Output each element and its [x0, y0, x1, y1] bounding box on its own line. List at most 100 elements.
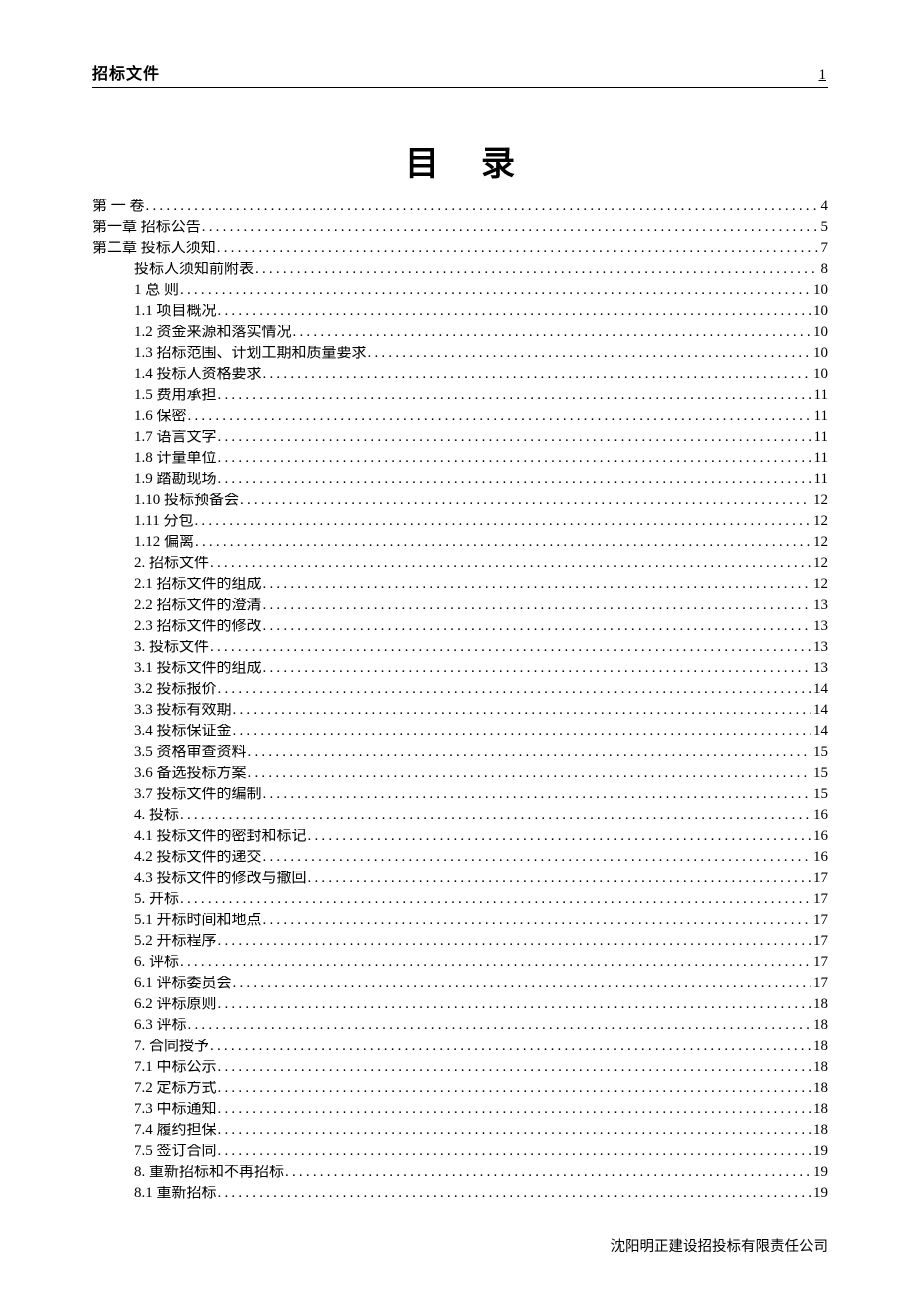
toc-entry-label: 1.2 资金来源和落实情况: [134, 325, 292, 340]
toc-entry-page: 16: [811, 808, 828, 823]
toc-entry: 1.4 投标人资格要求 10: [92, 367, 828, 382]
toc-entry-page: 10: [811, 346, 828, 361]
toc-entry: 7.1 中标公示18: [92, 1060, 828, 1075]
toc-entry-page: 14: [811, 703, 828, 718]
footer-company: 沈阳明正建设招投标有限责任公司: [611, 1235, 829, 1256]
toc-entry-label: 第二章 投标人须知: [92, 241, 216, 256]
toc-entry: 7.3 中标通知18: [92, 1102, 828, 1117]
toc-entry-label: 7. 合同授予: [134, 1039, 209, 1054]
toc-entry: 1.7 语言文字11: [92, 430, 828, 445]
toc-entry-page: 13: [811, 640, 828, 655]
toc-entry-label: 8. 重新招标和不再招标: [134, 1165, 284, 1180]
toc-entry-label: 7.4 履约担保: [134, 1123, 217, 1138]
toc-leader-dots: [217, 388, 812, 403]
toc-leader-dots: [217, 997, 811, 1012]
toc-leader-dots: [232, 724, 811, 739]
toc-entry: 6. 评标17: [92, 955, 828, 970]
toc-leader-dots: [216, 241, 819, 256]
toc-entry: 3.3 投标有效期 14: [92, 703, 828, 718]
toc-leader-dots: [209, 640, 811, 655]
toc-entry-label: 5.2 开标程序: [134, 934, 217, 949]
toc-entry: 第一章 招标公告5: [92, 220, 828, 235]
toc-entry-page: 7: [819, 241, 829, 256]
toc-entry: 3.4 投标保证金14: [92, 724, 828, 739]
toc-leader-dots: [145, 199, 819, 214]
toc-entry-page: 17: [811, 892, 828, 907]
toc-entry: 1.6 保密 11: [92, 409, 828, 424]
toc-entry-page: 18: [811, 1123, 828, 1138]
toc-entry: 2. 招标文件12: [92, 556, 828, 571]
toc-entry-label: 第一章 招标公告: [92, 220, 201, 235]
toc-entry-page: 10: [811, 283, 828, 298]
toc-entry-label: 5.1 开标时间和地点: [134, 913, 262, 928]
toc-leader-dots: [217, 1081, 811, 1096]
toc-leader-dots: [217, 1060, 811, 1075]
toc-entry-label: 2. 招标文件: [134, 556, 209, 571]
toc-entry-label: 1.11 分包: [134, 514, 193, 529]
toc-leader-dots: [179, 283, 811, 298]
toc-entry-page: 16: [811, 829, 828, 844]
toc-leader-dots: [179, 955, 811, 970]
toc-leader-dots: [239, 493, 811, 508]
toc-entry-label: 1.3 招标范围、计划工期和质量要求: [134, 346, 367, 361]
toc-leader-dots: [262, 850, 811, 865]
toc-entry: 6.3 评标18: [92, 1018, 828, 1033]
toc-entry-label: 3.3 投标有效期: [134, 703, 232, 718]
toc-entry-label: 6.2 评标原则: [134, 997, 217, 1012]
toc-entry-page: 17: [811, 913, 828, 928]
toc-leader-dots: [284, 1165, 811, 1180]
toc-entry-page: 18: [811, 1018, 828, 1033]
toc-entry-page: 19: [811, 1144, 828, 1159]
toc-entry-page: 12: [811, 493, 828, 508]
toc-leader-dots: [217, 430, 812, 445]
toc-entry: 投标人须知前附表8: [92, 262, 828, 277]
toc-leader-dots: [217, 682, 811, 697]
page-header: 招标文件 1: [92, 60, 828, 88]
toc-leader-dots: [262, 913, 811, 928]
header-title: 招标文件: [92, 60, 160, 84]
toc-entry-label: 1.6 保密: [134, 409, 187, 424]
toc-entry-page: 19: [811, 1165, 828, 1180]
toc-entry-page: 15: [811, 787, 828, 802]
toc-entry: 3.5 资格审查资料15: [92, 745, 828, 760]
toc-leader-dots: [179, 892, 811, 907]
page-container: 招标文件 1 目录 第 一 卷4第一章 招标公告5第二章 投标人须知7投标人须知…: [0, 0, 920, 1302]
toc-entry-label: 投标人须知前附表: [134, 262, 254, 277]
toc-entry-label: 2.1 招标文件的组成: [134, 577, 262, 592]
toc-entry: 5.1 开标时间和地点 17: [92, 913, 828, 928]
toc-leader-dots: [262, 787, 811, 802]
toc-leader-dots: [262, 619, 811, 634]
toc-entry-label: 1 总 则: [134, 283, 179, 298]
toc-entry: 8. 重新招标和不再招标 19: [92, 1165, 828, 1180]
toc-entry-page: 17: [811, 871, 828, 886]
toc-entry-label: 1.7 语言文字: [134, 430, 217, 445]
toc-entry-label: 1.8 计量单位: [134, 451, 217, 466]
toc-entry-page: 11: [812, 451, 828, 466]
toc-entry-page: 11: [812, 409, 828, 424]
toc-entry-label: 7.3 中标通知: [134, 1102, 217, 1117]
toc-leader-dots: [217, 1102, 811, 1117]
toc-leader-dots: [209, 1039, 811, 1054]
toc-entry: 7. 合同授予18: [92, 1039, 828, 1054]
toc-leader-dots: [217, 304, 811, 319]
toc-entry-label: 7.1 中标公示: [134, 1060, 217, 1075]
toc-leader-dots: [187, 409, 812, 424]
toc-leader-dots: [217, 1123, 811, 1138]
toc-entry-label: 3.7 投标文件的编制: [134, 787, 262, 802]
toc-entry-label: 1.5 费用承担: [134, 388, 217, 403]
toc-entry: 1.2 资金来源和落实情况10: [92, 325, 828, 340]
toc-entry-page: 11: [812, 388, 828, 403]
toc-entry-label: 3.5 资格审查资料: [134, 745, 247, 760]
toc-entry-label: 4.2 投标文件的递交: [134, 850, 262, 865]
toc-entry-label: 3.4 投标保证金: [134, 724, 232, 739]
toc-entry-page: 19: [811, 1186, 828, 1201]
toc-entry-label: 1.4 投标人资格要求: [134, 367, 262, 382]
toc-entry-page: 13: [811, 619, 828, 634]
toc-leader-dots: [201, 220, 819, 235]
toc-leader-dots: [179, 808, 811, 823]
toc-entry-page: 10: [811, 367, 828, 382]
toc-entry: 4.1 投标文件的密封和标记16: [92, 829, 828, 844]
toc-entry-label: 1.1 项目概况: [134, 304, 217, 319]
toc-leader-dots: [262, 367, 811, 382]
table-of-contents: 第 一 卷4第一章 招标公告5第二章 投标人须知7投标人须知前附表81 总 则1…: [92, 199, 828, 1201]
